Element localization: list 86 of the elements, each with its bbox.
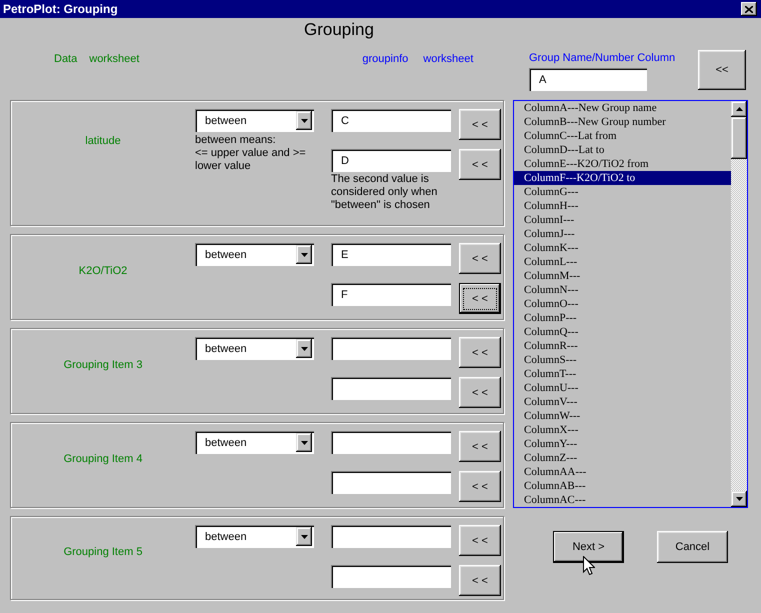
list-item[interactable]: ColumnE---K2O/TiO2 from xyxy=(514,157,731,171)
close-button[interactable] xyxy=(741,2,757,16)
list-item[interactable]: ColumnQ--- xyxy=(514,325,731,339)
list-item[interactable]: ColumnF---K2O/TiO2 to xyxy=(514,171,731,185)
second-value-note: The second value is considered only when "between" is chosen xyxy=(331,173,438,212)
list-item[interactable]: ColumnK--- xyxy=(514,241,731,255)
pick-column-button[interactable]: < < xyxy=(459,109,501,140)
list-item[interactable]: ColumnD---Lat to xyxy=(514,143,731,157)
list-item[interactable]: ColumnI--- xyxy=(514,213,731,227)
pick-column-button[interactable]: < < xyxy=(459,149,501,180)
dropdown-arrow-icon xyxy=(300,118,308,122)
column-input[interactable]: D xyxy=(331,149,451,172)
column-input[interactable] xyxy=(331,525,451,548)
list-item[interactable]: ColumnU--- xyxy=(514,381,731,395)
column-input[interactable]: C xyxy=(331,109,451,132)
list-item[interactable]: ColumnZ--- xyxy=(514,451,731,465)
operator-note: between means: <= upper value and >= lower value xyxy=(195,134,307,173)
list-item[interactable]: ColumnAC--- xyxy=(514,493,731,507)
group-column-input[interactable]: A xyxy=(529,68,647,91)
list-item[interactable]: ColumnM--- xyxy=(514,269,731,283)
column-input[interactable] xyxy=(331,471,451,494)
list-item[interactable]: ColumnV--- xyxy=(514,395,731,409)
down-arrow-icon xyxy=(736,497,742,501)
up-arrow-icon xyxy=(736,107,742,111)
pick-column-button[interactable]: < < xyxy=(459,525,501,556)
list-item[interactable]: ColumnC---Lat from xyxy=(514,129,731,143)
dropdown-arrow-icon xyxy=(300,252,308,256)
column-input[interactable] xyxy=(331,377,451,400)
list-item[interactable]: ColumnAA--- xyxy=(514,465,731,479)
dialog-button[interactable]: Cancel xyxy=(657,531,728,563)
group-label: Grouping Item 4 xyxy=(64,453,142,465)
column-header: Data xyxy=(54,53,78,65)
column-input[interactable]: E xyxy=(331,243,451,266)
column-header: groupinfo xyxy=(362,53,408,65)
list-item[interactable]: ColumnAB--- xyxy=(514,479,731,493)
group-label: Grouping Item 5 xyxy=(64,546,142,558)
scroll-thumb[interactable] xyxy=(731,117,747,159)
dropdown-arrow-icon xyxy=(300,534,308,538)
dialog-heading: Grouping xyxy=(304,20,374,40)
list-item[interactable]: ColumnA---New Group name xyxy=(514,101,731,115)
group-label: latitude xyxy=(85,135,121,147)
pick-column-button[interactable]: < < xyxy=(459,565,501,596)
list-item[interactable]: ColumnP--- xyxy=(514,311,731,325)
operator-dropdown[interactable]: between xyxy=(195,337,314,360)
list-item[interactable]: ColumnN--- xyxy=(514,283,731,297)
dropdown-arrow-icon xyxy=(300,440,308,444)
column-input[interactable] xyxy=(331,431,451,454)
pick-column-button[interactable]: < < xyxy=(459,471,501,502)
pick-column-button[interactable]: < < xyxy=(459,337,501,368)
pick-group-column-button[interactable]: << xyxy=(698,50,746,90)
dialog-button[interactable]: Next > xyxy=(553,531,624,563)
pick-column-button[interactable]: < < xyxy=(459,283,501,314)
list-item[interactable]: ColumnO--- xyxy=(514,297,731,311)
pick-column-button[interactable]: < < xyxy=(459,431,501,462)
list-item[interactable]: ColumnY--- xyxy=(514,437,731,451)
column-header: worksheet xyxy=(423,53,474,65)
pick-column-button[interactable]: < < xyxy=(459,243,501,274)
group-label: Grouping Item 3 xyxy=(64,359,142,371)
scroll-up-button[interactable] xyxy=(731,101,747,117)
column-input[interactable] xyxy=(331,337,451,360)
scrollbar[interactable] xyxy=(731,101,747,507)
operator-dropdown[interactable]: between xyxy=(195,243,314,266)
list-item[interactable]: ColumnT--- xyxy=(514,367,731,381)
window-title: PetroPlot: Grouping xyxy=(3,2,119,16)
list-item[interactable]: ColumnB---New Group number xyxy=(514,115,731,129)
list-item[interactable]: ColumnL--- xyxy=(514,255,731,269)
mouse-pointer-icon xyxy=(583,556,595,575)
operator-dropdown[interactable]: between xyxy=(195,525,314,548)
close-icon xyxy=(745,6,753,12)
operator-dropdown[interactable]: between xyxy=(195,109,314,132)
column-input[interactable] xyxy=(331,565,451,588)
operator-dropdown[interactable]: between xyxy=(195,431,314,454)
group-label: K2O/TiO2 xyxy=(78,265,128,277)
list-item[interactable]: ColumnG--- xyxy=(514,185,731,199)
scroll-down-button[interactable] xyxy=(731,491,747,507)
list-item[interactable]: ColumnJ--- xyxy=(514,227,731,241)
dropdown-arrow-icon xyxy=(300,346,308,350)
column-header: worksheet xyxy=(89,53,140,65)
list-item[interactable]: ColumnW--- xyxy=(514,409,731,423)
list-item[interactable]: ColumnR--- xyxy=(514,339,731,353)
list-item[interactable]: ColumnH--- xyxy=(514,199,731,213)
list-item[interactable]: ColumnS--- xyxy=(514,353,731,367)
column-input[interactable]: F xyxy=(331,283,451,306)
list-item[interactable]: ColumnX--- xyxy=(514,423,731,437)
pick-column-button[interactable]: < < xyxy=(459,377,501,408)
group-column-label: Group Name/Number Column xyxy=(529,52,676,64)
